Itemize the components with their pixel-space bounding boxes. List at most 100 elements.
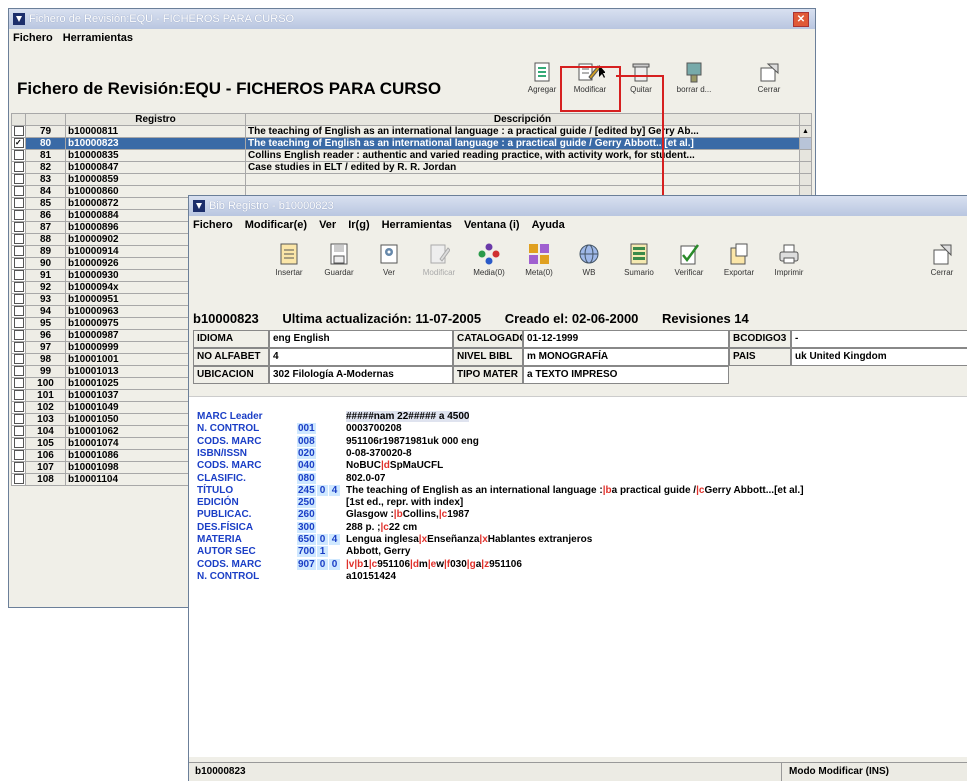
table-row[interactable]: ✓ 80 b10000823 The teaching of English as a… [11, 137, 812, 150]
row-checkbox-cell[interactable] [11, 269, 26, 282]
row-checkbox-cell[interactable] [11, 401, 26, 414]
row-checkbox-cell[interactable] [11, 209, 26, 222]
marc-field-value[interactable]: 0-08-370020-8 [346, 448, 412, 459]
cerrar-button[interactable]: Cerrar [744, 61, 794, 94]
row-checkbox-cell[interactable] [11, 161, 26, 174]
marc-field-value[interactable]: #####nam 22##### a 4500 [346, 411, 470, 422]
marc-field-value[interactable]: 802.0-07 [346, 473, 385, 484]
row-checkbox-cell[interactable] [11, 173, 26, 186]
menu-ver[interactable]: Ver [319, 219, 336, 231]
row-checkbox-cell[interactable] [11, 341, 26, 354]
row-checkbox[interactable] [14, 414, 24, 425]
row-checkbox-cell[interactable] [11, 413, 26, 426]
marc-indicator[interactable]: 4 [329, 484, 340, 496]
close-window-icon[interactable]: ✕ [793, 12, 809, 27]
row-checkbox-cell[interactable] [11, 293, 26, 306]
row-checkbox[interactable] [14, 294, 24, 305]
row-checkbox[interactable] [14, 378, 24, 389]
row-checkbox[interactable] [14, 270, 24, 281]
menu-herramientas[interactable]: Herramientas [382, 219, 452, 231]
imprimir-button[interactable]: Imprimir [764, 242, 814, 277]
marc-indicator[interactable]: 1 [317, 546, 328, 558]
marc-tag-number[interactable]: 008 [297, 435, 316, 447]
row-checkbox-cell[interactable] [11, 365, 26, 378]
row-checkbox[interactable] [14, 186, 24, 197]
marc-indicator[interactable]: 4 [329, 534, 340, 545]
marc-field-value[interactable]: Lengua inglesa|xEnseñanza|xHablantes ext… [346, 534, 592, 545]
row-checkbox-cell[interactable] [11, 317, 26, 330]
scrollbar-track[interactable] [799, 173, 812, 186]
row-checkbox[interactable] [14, 450, 24, 461]
row-checkbox[interactable] [14, 282, 24, 293]
row-checkbox-cell[interactable]: ✓ [11, 137, 26, 150]
ver-button[interactable]: Ver [364, 242, 414, 277]
marc-tag-number[interactable]: 001 [297, 423, 316, 435]
marc-tag-number[interactable]: 080 [297, 472, 316, 484]
row-checkbox-cell[interactable] [11, 185, 26, 198]
marc-field-value[interactable]: 288 p. ;|c22 cm [346, 522, 417, 533]
exportar-button[interactable]: Exportar [714, 242, 764, 277]
row-checkbox[interactable] [14, 150, 24, 161]
row-checkbox-cell[interactable] [11, 449, 26, 462]
row-checkbox-cell[interactable] [11, 281, 26, 294]
row-checkbox[interactable] [14, 222, 24, 233]
marc-tag-number[interactable]: 245 [297, 484, 316, 496]
row-checkbox-cell[interactable] [11, 425, 26, 438]
row-checkbox[interactable] [14, 318, 24, 329]
bcodigo-field[interactable]: - [791, 330, 967, 348]
row-checkbox-cell[interactable] [11, 329, 26, 342]
menu-fichero[interactable]: Fichero [193, 219, 233, 231]
marc-indicator[interactable]: 0 [317, 534, 328, 545]
row-checkbox[interactable] [14, 438, 24, 449]
borrar-button[interactable]: borrar d... [669, 61, 719, 94]
menu-modificar[interactable]: Modificar(e) [245, 219, 307, 231]
col-registro[interactable]: Registro [65, 113, 246, 126]
row-checkbox[interactable] [14, 402, 24, 413]
idioma-field[interactable]: eng English [269, 330, 453, 348]
menu-herramientas[interactable]: Herramientas [63, 32, 133, 44]
review-file-titlebar[interactable]: Fichero de Revisión:EQU - FICHEROS PARA … [9, 9, 815, 29]
marc-tag-number[interactable]: 250 [297, 497, 316, 509]
row-checkbox[interactable] [14, 354, 24, 365]
row-checkbox[interactable] [14, 390, 24, 401]
marc-tag-number[interactable]: 650 [297, 534, 316, 545]
table-row[interactable]: 83 b10000859 [11, 173, 812, 186]
media-button[interactable]: Media(0) [464, 242, 514, 277]
menu-ventana[interactable]: Ventana (i) [464, 219, 520, 231]
marc-field-value[interactable]: |v|b1|c951106|dm|ew|f030|ga|z951106 [346, 559, 522, 570]
menu-ayuda[interactable]: Ayuda [532, 219, 565, 231]
col-descripcion[interactable]: Descripción [245, 113, 800, 126]
row-checkbox-cell[interactable] [11, 221, 26, 234]
row-checkbox-cell[interactable] [11, 377, 26, 390]
marc-indicator[interactable]: 0 [329, 558, 340, 570]
marc-field-value[interactable]: 951106r19871981uk 000 eng [346, 436, 479, 447]
row-checkbox[interactable] [14, 210, 24, 221]
row-checkbox[interactable] [14, 234, 24, 245]
row-checkbox[interactable] [14, 306, 24, 317]
marc-tag-number[interactable]: 300 [297, 521, 316, 533]
marc-field-value[interactable]: a10151424 [346, 571, 396, 582]
menu-ir[interactable]: Ir(g) [348, 219, 369, 231]
sumario-button[interactable]: Sumario [614, 242, 664, 277]
row-checkbox[interactable] [14, 198, 24, 209]
marc-field-value[interactable]: Abbott, Gerry [346, 546, 410, 557]
row-checkbox-cell[interactable] [11, 461, 26, 474]
scrollbar-track[interactable]: ▲ [799, 125, 812, 138]
row-checkbox[interactable] [14, 366, 24, 377]
marc-field-value[interactable]: The teaching of English as an internatio… [346, 485, 804, 496]
nivel-field[interactable]: m MONOGRAFÍA [523, 348, 729, 366]
row-checkbox-cell[interactable] [11, 305, 26, 318]
row-checkbox-cell[interactable] [11, 149, 26, 162]
row-checkbox[interactable] [14, 342, 24, 353]
cerrar-button[interactable]: Cerrar [917, 242, 967, 277]
row-checkbox[interactable] [14, 258, 24, 269]
modificar-button[interactable]: Modificar [414, 242, 464, 277]
marc-tag-number[interactable]: 040 [297, 460, 316, 472]
marc-tag-number[interactable]: 260 [297, 509, 316, 521]
row-checkbox[interactable] [14, 330, 24, 341]
row-checkbox-cell[interactable] [11, 125, 26, 138]
marc-indicator[interactable]: 0 [317, 484, 328, 496]
wb-button[interactable]: WB [564, 242, 614, 277]
leader-value[interactable]: #####nam 22##### a 4500 [346, 411, 470, 422]
insertar-button[interactable]: Insertar [264, 242, 314, 277]
